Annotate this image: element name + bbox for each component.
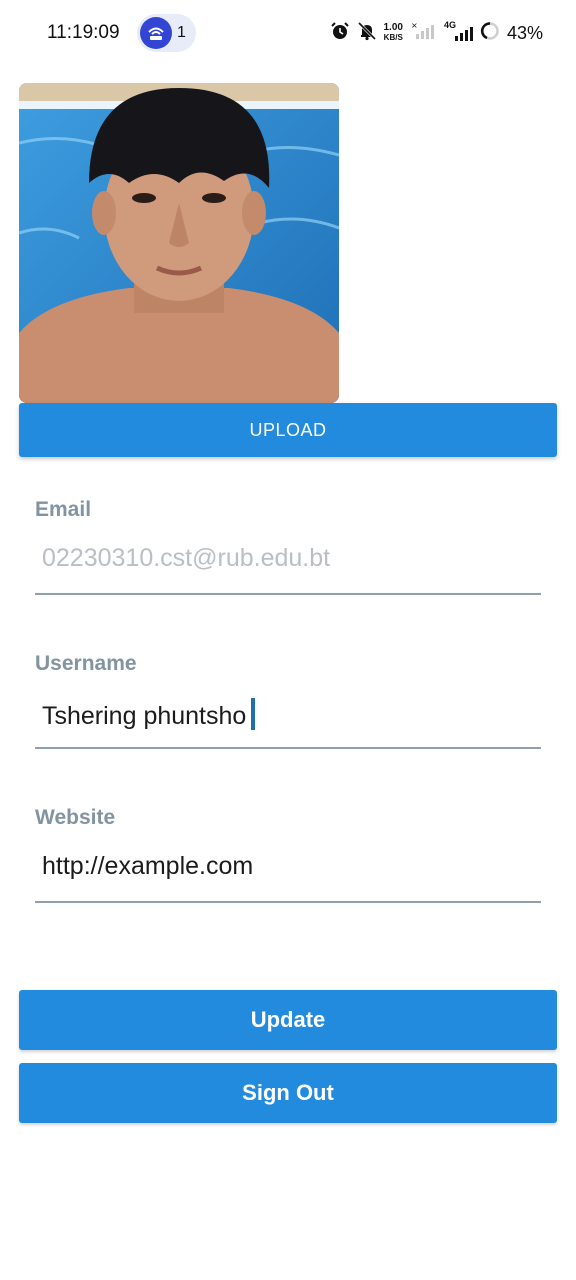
username-label: Username: [35, 652, 137, 675]
website-field[interactable]: Website http://example.com: [35, 806, 541, 906]
email-input: 02230310.cst@rub.edu.bt: [42, 544, 331, 572]
network-speed-unit: KB/S: [383, 33, 403, 42]
email-field: Email 02230310.cst@rub.edu.bt: [35, 498, 541, 598]
sign-out-button[interactable]: Sign Out: [19, 1063, 557, 1123]
website-underline: [35, 901, 541, 903]
status-icons: 1.00 KB/S × 4G 43%: [330, 20, 543, 46]
status-bar: 11:19:09 1 1.00 KB/S × 4G 43%: [0, 0, 576, 66]
username-input[interactable]: Tshering phuntsho: [42, 698, 256, 731]
website-label: Website: [35, 806, 116, 829]
battery-ring-icon: [480, 21, 500, 46]
network-speed: 1.00 KB/S: [384, 23, 403, 43]
network-speed-value: 1.00: [383, 22, 403, 33]
status-time: 11:19:09: [47, 22, 120, 43]
hotspot-indicator[interactable]: 1: [137, 14, 196, 52]
hotspot-icon: [140, 17, 172, 49]
username-underline: [35, 747, 541, 749]
svg-text:×: ×: [411, 21, 418, 30]
username-input-text: Tshering phuntsho: [42, 702, 247, 730]
avatar-image: [19, 83, 339, 403]
text-caret: [251, 698, 256, 730]
alarm-icon: [330, 21, 350, 46]
hotspot-count: 1: [177, 24, 186, 41]
mute-bell-icon: [357, 21, 377, 46]
website-input[interactable]: http://example.com: [42, 852, 253, 881]
username-field[interactable]: Username Tshering phuntsho: [35, 652, 541, 752]
signal-4g-icon: 4G: [441, 20, 473, 43]
upload-button[interactable]: UPLOAD: [19, 403, 557, 457]
update-button[interactable]: Update: [19, 990, 557, 1050]
signal-empty-icon: ×: [410, 21, 434, 46]
battery-percent: 43%: [506, 22, 543, 43]
email-label: Email: [35, 498, 92, 521]
email-underline: [35, 593, 541, 595]
